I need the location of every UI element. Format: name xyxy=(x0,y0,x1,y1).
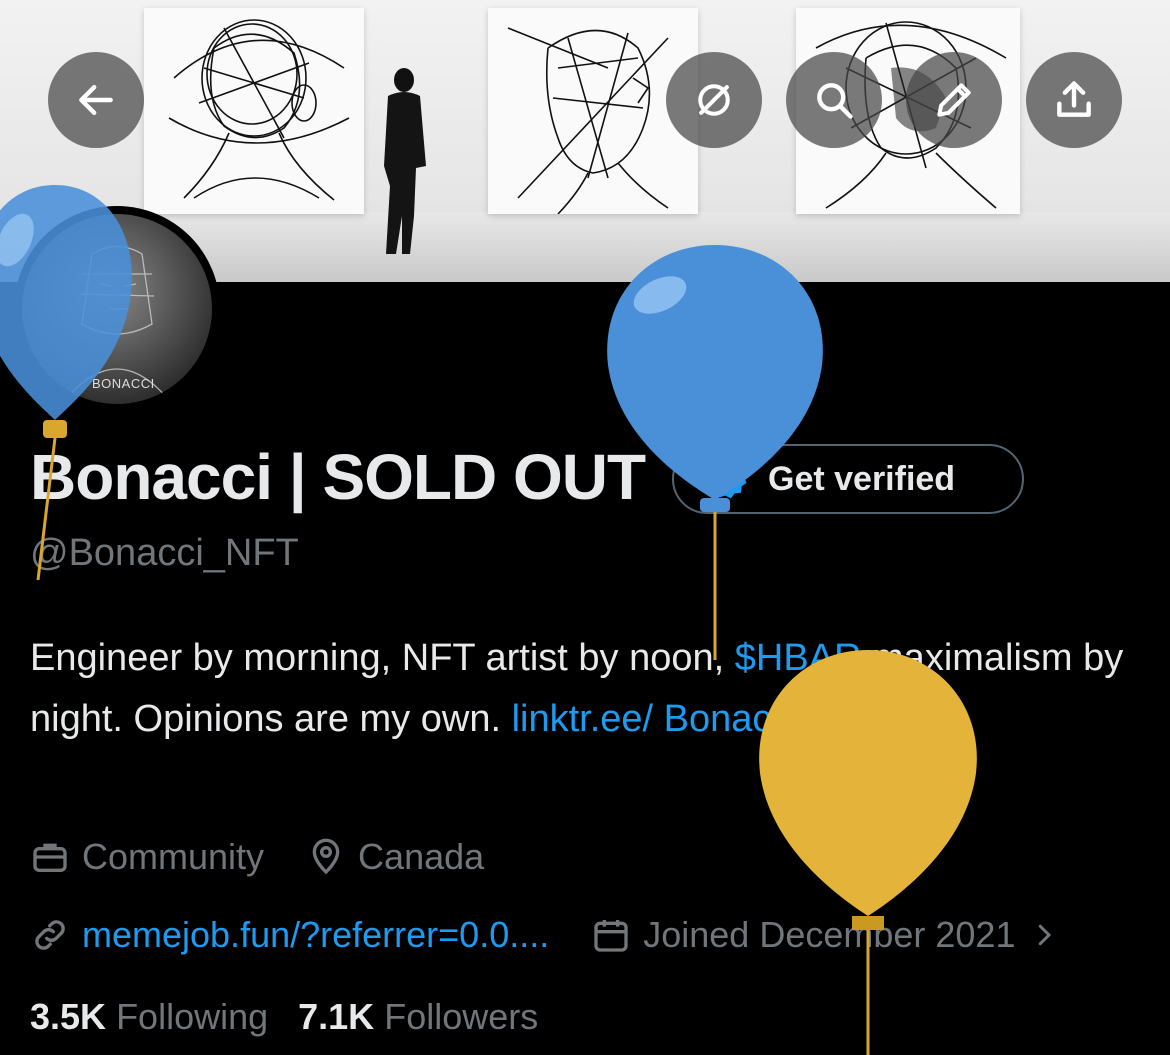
avatar-tag: BONACCI xyxy=(92,376,155,391)
back-button[interactable] xyxy=(48,52,144,148)
display-name: Bonacci | SOLD OUT xyxy=(30,441,646,513)
followers-label: Followers xyxy=(384,996,539,1037)
calendar-icon xyxy=(594,920,628,952)
search-button[interactable] xyxy=(786,52,882,148)
share-button[interactable] xyxy=(1026,52,1122,148)
category-label: Community xyxy=(82,836,265,877)
bio-text-1: Engineer by morning, NFT artist by noon, xyxy=(30,637,735,679)
following-count: 3.5K xyxy=(30,996,107,1037)
verified-badge-icon xyxy=(705,458,747,499)
location-label: Canada xyxy=(358,836,485,877)
grok-icon xyxy=(698,84,730,116)
get-verified-label: Get verified xyxy=(768,459,956,498)
edit-button[interactable] xyxy=(906,52,1002,148)
chevron-right-icon xyxy=(1039,924,1052,946)
arrow-left-icon xyxy=(79,84,113,116)
edit-icon xyxy=(937,83,971,117)
link-icon xyxy=(35,920,65,950)
followers-stat[interactable]: 7.1K Followers xyxy=(298,996,538,1038)
get-verified-button[interactable]: Get verified xyxy=(672,444,1024,514)
website-item[interactable]: memejob.fun/?referrer=0.0.... xyxy=(30,914,549,956)
bio-cashtag-link[interactable]: $HBAR xyxy=(735,637,862,679)
location-pin-icon xyxy=(312,838,340,875)
bio-linktree-link[interactable]: linktr.ee/ Bonacci.NFT xyxy=(512,698,884,740)
search-icon xyxy=(817,83,853,119)
joined-label: Joined December 2021 xyxy=(643,914,1016,955)
following-stat[interactable]: 3.5K Following xyxy=(30,996,268,1038)
share-icon xyxy=(1057,81,1091,117)
grok-button[interactable] xyxy=(666,52,762,148)
joined-item[interactable]: Joined December 2021 xyxy=(591,914,1059,956)
artwork-left xyxy=(144,8,364,214)
avatar[interactable]: BONACCI xyxy=(22,214,212,404)
profile-meta-row-1: Community Canada xyxy=(30,836,526,878)
profile-bio: Engineer by morning, NFT artist by noon,… xyxy=(30,628,1130,750)
following-label: Following xyxy=(116,996,269,1037)
profile-meta-row-2: memejob.fun/?referrer=0.0.... Joined Dec… xyxy=(30,914,1059,956)
followers-count: 7.1K xyxy=(298,996,375,1037)
follow-stats: 3.5K Following 7.1K Followers xyxy=(30,996,538,1038)
user-handle: @Bonacci_NFT xyxy=(30,532,299,574)
category-item: Community xyxy=(30,836,264,878)
location-item: Canada xyxy=(306,836,484,878)
gallery-visitor xyxy=(384,68,426,254)
website-link[interactable]: memejob.fun/?referrer=0.0.... xyxy=(82,914,549,956)
briefcase-icon xyxy=(33,843,67,872)
